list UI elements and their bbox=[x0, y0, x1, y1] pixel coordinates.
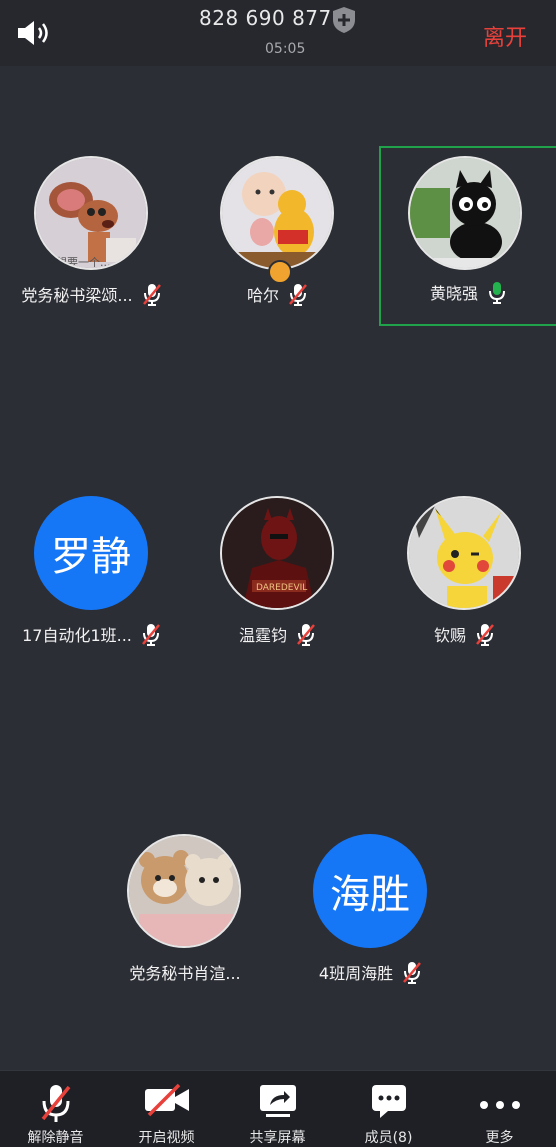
members-button[interactable]: 成员(8) bbox=[333, 1071, 444, 1147]
avatar: 想要一个... bbox=[34, 156, 148, 270]
participant-name: 党务秘书肖渲... bbox=[129, 964, 241, 983]
video-off-icon bbox=[144, 1083, 189, 1117]
black-cat-image bbox=[410, 158, 520, 268]
more-button[interactable]: 更多 bbox=[444, 1071, 555, 1147]
jerry-mouse-image: 想要一个... bbox=[36, 158, 146, 269]
mic-muted-icon bbox=[141, 624, 160, 646]
baby-pooh-image bbox=[222, 158, 332, 268]
avatar-text: 罗静 bbox=[34, 496, 148, 610]
avatar bbox=[408, 156, 522, 270]
mic-muted-icon bbox=[41, 1085, 70, 1122]
participant-tile[interactable]: 钦赐 bbox=[375, 486, 555, 666]
participant-name: 4班周海胜 bbox=[318, 964, 394, 983]
unmute-button[interactable]: 解除静音 bbox=[0, 1071, 111, 1147]
avatar bbox=[407, 496, 521, 610]
participant-name: 黄晓强 bbox=[429, 284, 478, 303]
participant-tile[interactable]: 党务秘书肖渲... bbox=[95, 824, 275, 1004]
participant-tile-active[interactable]: 黄晓强 bbox=[379, 146, 556, 326]
svg-text:DAREDEVIL: DAREDEVIL bbox=[256, 583, 307, 593]
participant-name-row: 17自动化1班... bbox=[2, 621, 182, 647]
participant-name: 党务秘书梁颂... bbox=[21, 286, 133, 305]
start-video-label: 开启视频 bbox=[138, 1130, 195, 1146]
participant-name: 温霆钧 bbox=[238, 626, 287, 645]
avatar: DAREDEVIL bbox=[220, 496, 334, 610]
svg-text:想要一个...: 想要一个... bbox=[56, 255, 111, 269]
top-bar: 828 690 877 05:05 离开 bbox=[0, 0, 556, 66]
speaker-icon[interactable] bbox=[16, 18, 52, 48]
mic-muted-icon bbox=[142, 284, 161, 306]
more-dots-icon bbox=[479, 1101, 520, 1109]
participant-tile[interactable]: 哈尔 bbox=[188, 146, 368, 326]
participant-name-row: 哈尔 bbox=[188, 281, 368, 307]
participant-name-row: 4班周海胜 bbox=[281, 959, 461, 985]
bottom-toolbar: 解除静音 开启视频 共享屏幕 成员(8) 更多 bbox=[0, 1070, 556, 1147]
participant-tile[interactable]: 罗静 17自动化1班... bbox=[2, 486, 182, 666]
participant-name: 哈尔 bbox=[246, 286, 279, 305]
participant-name-row: 党务秘书肖渲... bbox=[95, 959, 275, 985]
participant-name-row: 黄晓强 bbox=[379, 279, 556, 305]
mic-speaking-icon bbox=[489, 282, 505, 304]
avatar bbox=[220, 156, 334, 270]
mic-muted-icon bbox=[289, 284, 307, 306]
start-video-button[interactable]: 开启视频 bbox=[111, 1071, 222, 1147]
participant-tile[interactable]: DAREDEVIL 温霆钧 bbox=[188, 486, 368, 666]
share-screen-label: 共享屏幕 bbox=[249, 1130, 306, 1146]
participant-name: 钦赐 bbox=[433, 626, 466, 645]
more-label: 更多 bbox=[485, 1130, 514, 1146]
mic-muted-icon bbox=[297, 624, 315, 646]
mic-muted-icon bbox=[403, 962, 422, 984]
leave-button[interactable]: 离开 bbox=[483, 20, 527, 52]
participant-name-row: 温霆钧 bbox=[188, 621, 368, 647]
share-screen-icon bbox=[259, 1085, 296, 1117]
participant-tile[interactable]: 想要一个... 党务秘书梁颂... bbox=[2, 146, 182, 326]
avatar bbox=[127, 834, 241, 948]
daredevil-image: DAREDEVIL bbox=[222, 498, 332, 608]
participant-name-row: 党务秘书梁颂... bbox=[2, 281, 182, 307]
share-screen-button[interactable]: 共享屏幕 bbox=[222, 1071, 333, 1147]
participant-name-row: 钦赐 bbox=[375, 621, 555, 647]
shield-icon[interactable] bbox=[331, 6, 357, 34]
participant-name: 17自动化1班... bbox=[22, 626, 132, 645]
bears-image bbox=[129, 836, 239, 946]
avatar-text: 海胜 bbox=[313, 834, 427, 948]
chat-bubble-icon bbox=[371, 1085, 406, 1118]
unmute-label: 解除静音 bbox=[27, 1130, 84, 1146]
pikachu-image bbox=[409, 498, 519, 608]
meeting-timer: 05:05 bbox=[265, 41, 306, 57]
members-label: 成员(8) bbox=[364, 1130, 413, 1146]
mic-muted-icon bbox=[476, 624, 494, 646]
meeting-id: 828 690 877 bbox=[199, 6, 332, 30]
participant-tile[interactable]: 海胜 4班周海胜 bbox=[281, 824, 461, 1004]
